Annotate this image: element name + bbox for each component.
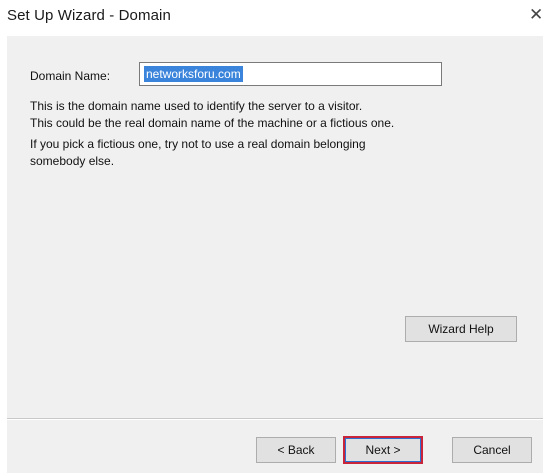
setup-wizard-window: Set Up Wizard - Domain ✕ Domain Name: ne…: [0, 0, 543, 473]
next-button[interactable]: Next >: [343, 436, 423, 464]
cancel-button[interactable]: Cancel: [452, 437, 532, 463]
close-icon[interactable]: ✕: [529, 4, 543, 26]
back-button[interactable]: < Back: [256, 437, 336, 463]
domain-name-value: networksforu.com: [144, 66, 243, 82]
title-bar: Set Up Wizard - Domain ✕: [0, 0, 543, 36]
domain-name-label: Domain Name:: [30, 69, 111, 83]
footer-separator: [7, 418, 543, 420]
wizard-help-button[interactable]: Wizard Help: [405, 316, 517, 342]
description-line-4: somebody else.: [30, 154, 115, 168]
window-title: Set Up Wizard - Domain: [7, 7, 171, 24]
description-line-2: This could be the real domain name of th…: [30, 116, 395, 130]
description-line-1: This is the domain name used to identify…: [30, 99, 363, 113]
description-line-3: If you pick a fictious one, try not to u…: [30, 137, 366, 151]
domain-name-input[interactable]: networksforu.com: [139, 62, 442, 86]
dialog-body: Domain Name: networksforu.com This is th…: [7, 36, 543, 473]
